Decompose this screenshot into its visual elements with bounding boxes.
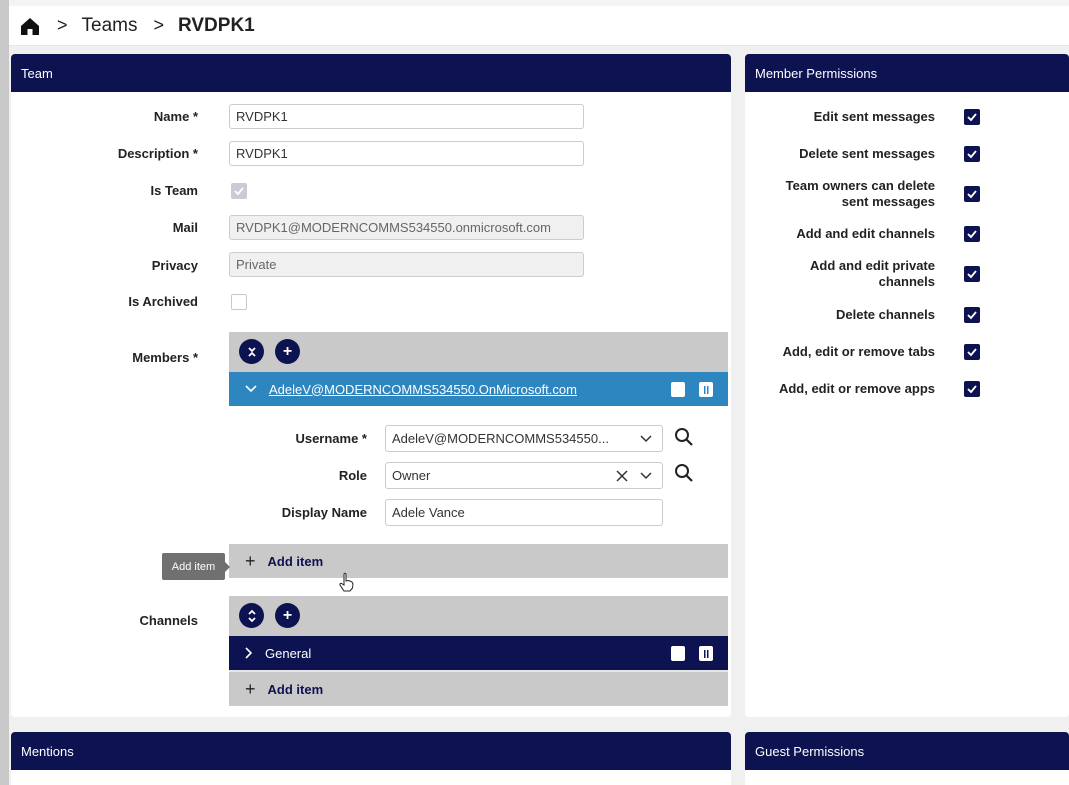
perm-owners-delete-messages: Team owners can delete sent messages — [785, 178, 935, 209]
perm-delete-sent-messages-checkbox[interactable] — [964, 146, 980, 162]
home-icon[interactable] — [19, 15, 41, 37]
role-select[interactable]: Owner — [385, 462, 663, 489]
members-label: Members * — [132, 350, 198, 365]
mentions-header: Mentions — [11, 732, 731, 770]
is-team-label: Is Team — [150, 183, 198, 198]
perm-add-edit-private-channels: Add and edit private channels — [810, 258, 935, 289]
perm-delete-channels: Delete channels — [836, 307, 935, 322]
display-name-input[interactable]: Adele Vance — [385, 499, 663, 526]
breadcrumb: > Teams > RVDPK1 — [9, 6, 1069, 46]
is-archived-checkbox[interactable] — [231, 294, 247, 310]
perm-delete-sent-messages: Delete sent messages — [799, 146, 935, 161]
breadcrumb-teams[interactable]: Teams — [82, 15, 138, 37]
perm-add-edit-channels-checkbox[interactable] — [964, 226, 980, 242]
channel-item-header[interactable]: General — [229, 636, 728, 670]
breadcrumb-separator: > — [153, 15, 164, 35]
team-panel: Team Name * RVDPK1 Description * RVDPK1 … — [11, 54, 731, 717]
chevron-down-icon[interactable] — [640, 472, 652, 480]
add-member-button[interactable]: + — [275, 339, 300, 364]
add-item-tooltip: Add item — [162, 553, 230, 580]
mentions-panel: Mentions — [11, 732, 731, 785]
close-icon[interactable] — [616, 470, 628, 482]
channels-toolbar — [229, 596, 728, 636]
breadcrumb-current: RVDPK1 — [178, 14, 255, 36]
member-item-header[interactable]: AdeleV@MODERNCOMMS534550.OnMicrosoft.com — [229, 372, 728, 406]
chevron-down-icon[interactable] — [245, 385, 257, 393]
members-add-item-button[interactable]: + Add item — [229, 544, 728, 578]
member-item-link[interactable]: AdeleV@MODERNCOMMS534550.OnMicrosoft.com — [269, 382, 577, 397]
is-archived-label: Is Archived — [128, 294, 198, 309]
perm-add-edit-remove-apps: Add, edit or remove apps — [778, 381, 935, 396]
members-collection: + AdeleV@MODERNCOMMS534550.OnMicrosoft.c… — [229, 332, 728, 578]
guest-permissions-header: Guest Permissions — [745, 732, 1069, 770]
privacy-label: Privacy — [151, 258, 198, 273]
search-icon[interactable] — [673, 426, 695, 448]
perm-edit-sent-messages-checkbox[interactable] — [964, 109, 980, 125]
copy-icon[interactable] — [671, 646, 685, 661]
members-toolbar — [229, 332, 728, 372]
perm-add-edit-remove-tabs-checkbox[interactable] — [964, 344, 980, 360]
mail-field: RVDPK1@MODERNCOMMS534550.onmicrosoft.com — [229, 215, 584, 240]
mail-label: Mail — [172, 220, 198, 235]
username-value: AdeleV@MODERNCOMMS534550... — [392, 431, 609, 446]
role-value: Owner — [392, 468, 431, 483]
name-label: Name * — [153, 109, 198, 124]
display-name-label: Display Name — [281, 505, 367, 520]
channels-label: Channels — [139, 613, 198, 628]
privacy-field: Private — [229, 252, 584, 277]
username-select[interactable]: AdeleV@MODERNCOMMS534550... — [385, 425, 663, 452]
left-edge — [0, 0, 9, 785]
delete-icon[interactable] — [699, 646, 713, 661]
expand-all-button[interactable] — [239, 603, 264, 628]
description-label: Description * — [117, 146, 198, 161]
channels-collection: + General + Add item — [229, 596, 728, 706]
perm-delete-channels-checkbox[interactable] — [964, 307, 980, 323]
name-input[interactable]: RVDPK1 — [229, 104, 584, 129]
channel-item-label[interactable]: General — [265, 646, 311, 661]
plus-icon: + — [245, 678, 256, 699]
perm-add-edit-remove-apps-checkbox[interactable] — [964, 381, 980, 397]
is-team-checkbox — [231, 183, 247, 199]
perm-owners-delete-messages-checkbox[interactable] — [964, 186, 980, 202]
role-label: Role — [338, 468, 367, 483]
perm-add-edit-channels: Add and edit channels — [796, 226, 935, 241]
add-item-label: Add item — [267, 681, 324, 697]
perm-add-edit-remove-tabs: Add, edit or remove tabs — [782, 344, 935, 359]
collapse-all-button[interactable] — [239, 339, 264, 364]
hand-cursor-icon — [338, 572, 356, 592]
chevron-down-icon[interactable] — [640, 429, 652, 446]
search-icon[interactable] — [673, 462, 695, 484]
channels-add-item-button[interactable]: + Add item — [229, 672, 728, 706]
copy-icon[interactable] — [671, 382, 685, 397]
guest-permissions-panel: Guest Permissions — [745, 732, 1069, 785]
username-label: Username * — [295, 431, 367, 446]
add-item-label: Add item — [267, 553, 324, 569]
main-area: Team Name * RVDPK1 Description * RVDPK1 … — [9, 46, 1069, 785]
member-permissions-header: Member Permissions — [745, 54, 1069, 92]
team-panel-header: Team — [11, 54, 731, 92]
delete-icon[interactable] — [699, 382, 713, 397]
plus-icon: + — [245, 550, 256, 571]
perm-add-edit-private-channels-checkbox[interactable] — [964, 266, 980, 282]
chevron-right-icon[interactable] — [245, 647, 253, 659]
member-item-body: Username * AdeleV@MODERNCOMMS534550... R… — [229, 406, 728, 544]
description-input[interactable]: RVDPK1 — [229, 141, 584, 166]
perm-edit-sent-messages: Edit sent messages — [813, 109, 935, 124]
member-permissions-panel: Member Permissions Edit sent messages De… — [745, 54, 1069, 717]
breadcrumb-separator: > — [57, 15, 68, 35]
add-channel-button[interactable]: + — [275, 603, 300, 628]
clear-and-chevron — [616, 466, 652, 482]
